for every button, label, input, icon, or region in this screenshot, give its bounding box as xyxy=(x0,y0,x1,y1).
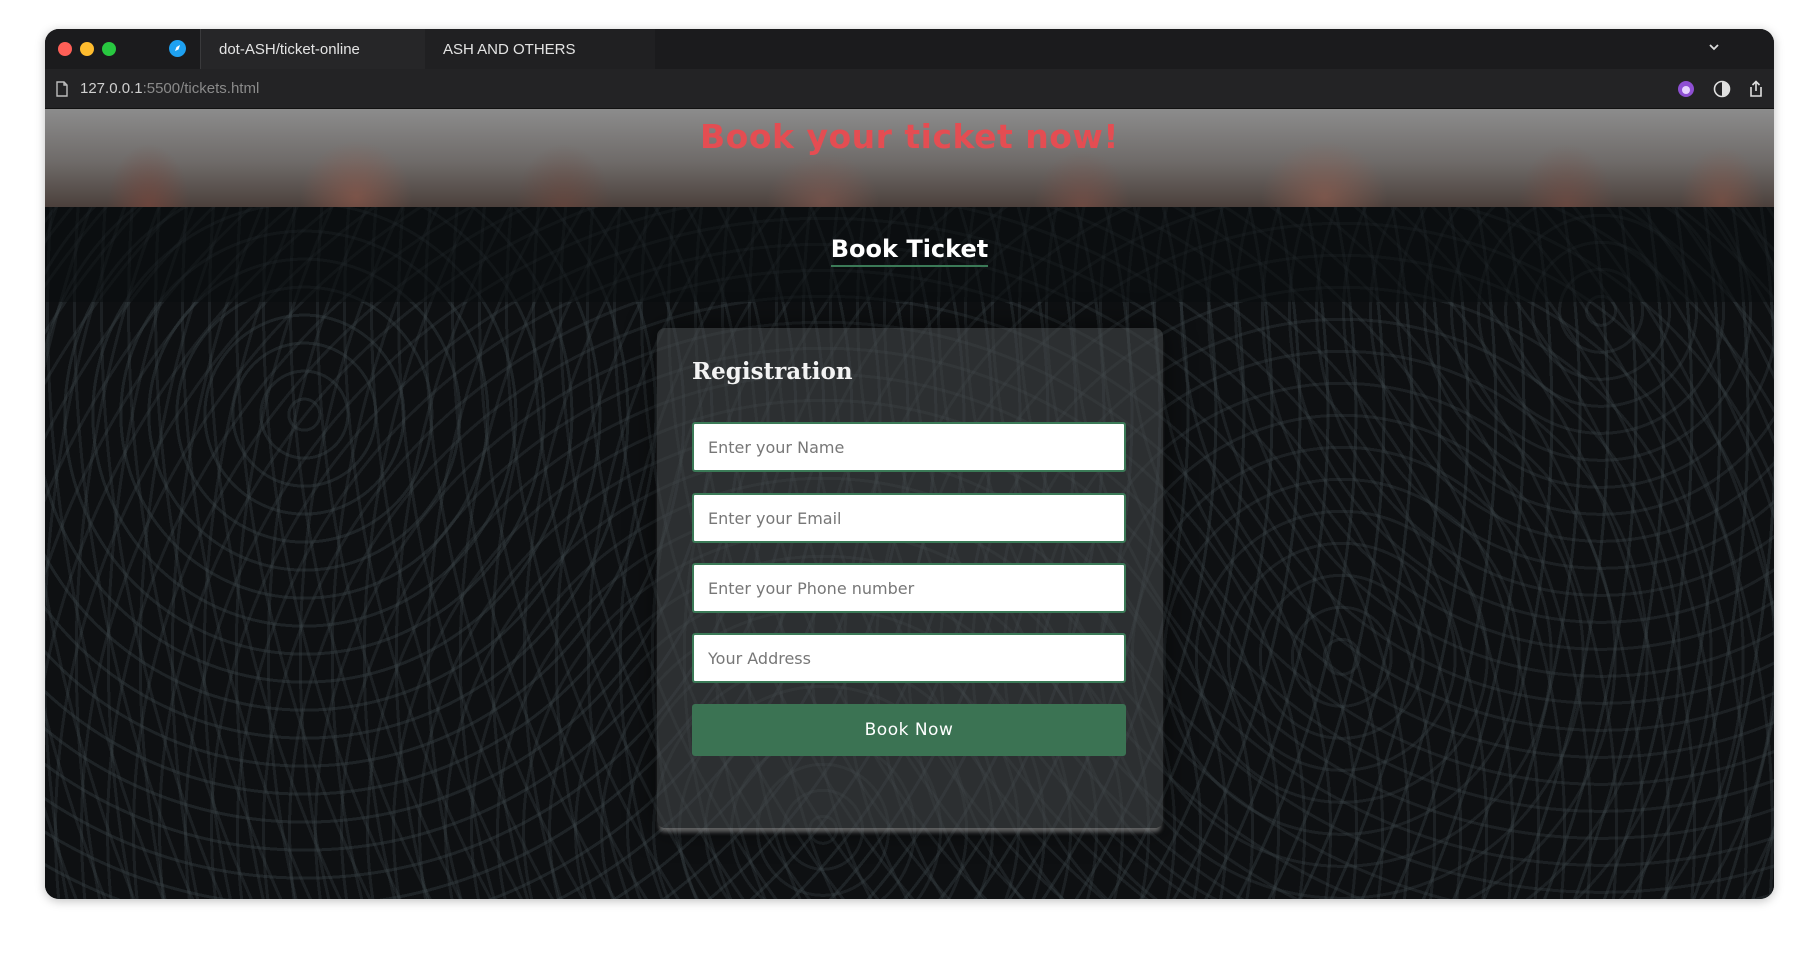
section-title-text: Book Ticket xyxy=(830,235,989,267)
phone-input[interactable] xyxy=(692,563,1126,613)
extension-icon[interactable] xyxy=(1676,79,1696,99)
maximize-window-button[interactable] xyxy=(102,42,116,56)
tab-label: dot-ASH/ticket-online xyxy=(219,40,360,58)
address-input[interactable] xyxy=(692,633,1126,683)
share-icon[interactable] xyxy=(1746,79,1766,99)
url-text[interactable]: 127.0.0.1:5500/tickets.html xyxy=(80,80,259,97)
minimize-window-button[interactable] xyxy=(80,42,94,56)
close-window-button[interactable] xyxy=(58,42,72,56)
url-path: :5500/tickets.html xyxy=(142,80,260,97)
section-title: Book Ticket xyxy=(45,235,1774,267)
hero-banner: Book your ticket now! xyxy=(45,109,1774,207)
tab-ash-and-others[interactable]: ASH AND OTHERS xyxy=(425,29,655,69)
book-now-button[interactable]: Book Now xyxy=(692,704,1126,756)
address-bar[interactable]: 127.0.0.1:5500/tickets.html xyxy=(45,69,1774,109)
section-header: Book Ticket xyxy=(45,207,1774,302)
page-content: Book your ticket now! Book Ticket Regist… xyxy=(45,109,1774,899)
hero-title: Book your ticket now! xyxy=(700,117,1119,156)
chevron-down-icon[interactable] xyxy=(1706,39,1722,55)
compass-icon[interactable] xyxy=(169,40,186,57)
email-input[interactable] xyxy=(692,493,1126,543)
name-input[interactable] xyxy=(692,422,1126,472)
tab-label: ASH AND OTHERS xyxy=(443,40,576,58)
registration-title: Registration xyxy=(692,358,853,385)
url-host: 127.0.0.1 xyxy=(80,80,143,97)
tab-ticket-online[interactable]: dot-ASH/ticket-online xyxy=(200,29,425,69)
page-icon xyxy=(56,81,68,97)
patterned-background: Book Ticket Registration Book Now xyxy=(45,207,1774,899)
tab-bar: dot-ASH/ticket-online ASH AND OTHERS xyxy=(45,29,1774,69)
browser-window: dot-ASH/ticket-online ASH AND OTHERS 127… xyxy=(45,29,1774,899)
privacy-icon[interactable] xyxy=(1712,79,1732,99)
registration-card: Registration Book Now xyxy=(657,328,1163,828)
